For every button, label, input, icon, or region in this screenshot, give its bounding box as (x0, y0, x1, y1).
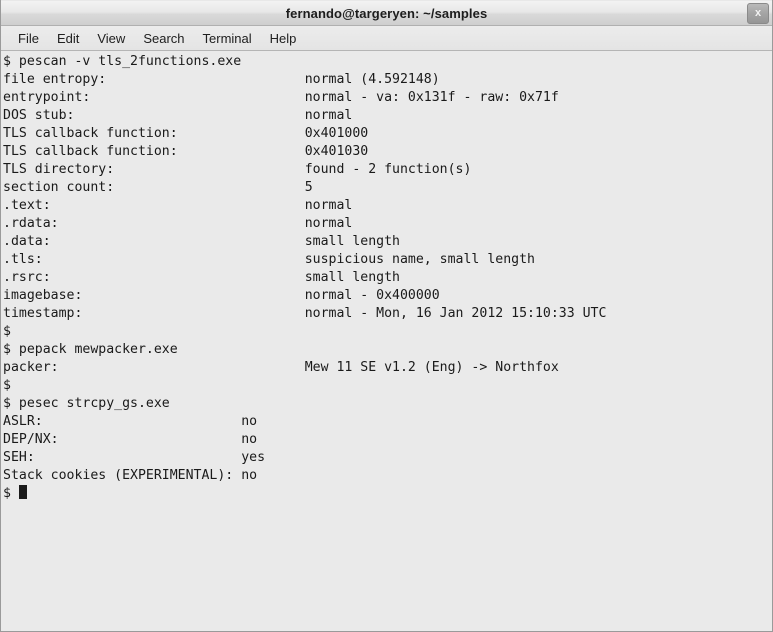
result-value: normal (304, 216, 353, 231)
result-value: Mew 11 SE v1.2 (Eng) -> Northfox (304, 360, 559, 375)
terminal-result-row: entrypoint: normal - va: 0x131f - raw: 0… (3, 89, 772, 107)
menu-item-search[interactable]: Search (134, 29, 193, 48)
terminal-result-row: imagebase: normal - 0x400000 (3, 287, 772, 305)
result-label: Stack cookies (EXPERIMENTAL): (3, 468, 242, 483)
result-value: normal (304, 198, 353, 213)
terminal-result-row: DOS stub: normal (3, 107, 772, 125)
terminal-command-line: $ (3, 324, 11, 339)
close-window-button[interactable]: x (747, 3, 769, 24)
result-label: .text: (3, 198, 305, 213)
result-label: ASLR: (3, 414, 242, 429)
terminal-prompt-line: $ (3, 485, 772, 503)
result-label: packer: (3, 360, 305, 375)
result-value: no (241, 432, 258, 447)
result-value: small length (304, 234, 400, 249)
terminal-result-row: Stack cookies (EXPERIMENTAL): no (3, 467, 772, 485)
menu-item-edit[interactable]: Edit (48, 29, 88, 48)
window-title: fernando@targeryen: ~/samples (285, 5, 488, 21)
result-value: 0x401030 (304, 144, 369, 159)
result-label: .rsrc: (3, 270, 305, 285)
result-label: .data: (3, 234, 305, 249)
terminal-command-line: $ pepack mewpacker.exe (3, 342, 178, 357)
terminal-result-row: .data: small length (3, 233, 772, 251)
terminal-command-line: $ pesec strcpy_gs.exe (3, 396, 170, 411)
result-value: normal (4.592148) (304, 72, 440, 87)
terminal-command-line: $ (3, 378, 11, 393)
result-label: .rdata: (3, 216, 305, 231)
terminal-result-row: TLS directory: found - 2 function(s) (3, 161, 772, 179)
terminal-result-row: ASLR: no (3, 413, 772, 431)
result-value: 5 (304, 180, 313, 195)
title-bar: fernando@targeryen: ~/samples x (1, 0, 772, 26)
menu-item-file[interactable]: File (9, 29, 48, 48)
menu-bar: File Edit View Search Terminal Help (1, 26, 772, 51)
result-label: SEH: (3, 450, 242, 465)
terminal-result-row: section count: 5 (3, 179, 772, 197)
terminal-result-row: TLS callback function: 0x401030 (3, 143, 772, 161)
result-label: TLS callback function: (3, 144, 305, 159)
result-value: yes (241, 450, 266, 465)
terminal-window: fernando@targeryen: ~/samples x File Edi… (0, 0, 773, 632)
menu-item-help[interactable]: Help (261, 29, 306, 48)
result-label: imagebase: (3, 288, 305, 303)
terminal-output-area[interactable]: $ pescan -v tls_2functions.exefile entro… (1, 51, 772, 631)
close-icon: x (754, 7, 762, 19)
menu-item-terminal[interactable]: Terminal (194, 29, 261, 48)
terminal-result-row: DEP/NX: no (3, 431, 772, 449)
result-label: .tls: (3, 252, 305, 267)
terminal-result-row: .rdata: normal (3, 215, 772, 233)
result-label: DOS stub: (3, 108, 305, 123)
terminal-result-row: SEH: yes (3, 449, 772, 467)
terminal-result-row: packer: Mew 11 SE v1.2 (Eng) -> Northfox (3, 359, 772, 377)
result-value: no (241, 414, 258, 429)
result-label: timestamp: (3, 306, 305, 321)
result-value: 0x401000 (304, 126, 369, 141)
result-label: file entropy: (3, 72, 305, 87)
result-label: DEP/NX: (3, 432, 242, 447)
terminal-result-row: timestamp: normal - Mon, 16 Jan 2012 15:… (3, 305, 772, 323)
result-label: TLS callback function: (3, 126, 305, 141)
text-cursor (18, 485, 28, 499)
terminal-result-row: .rsrc: small length (3, 269, 772, 287)
terminal-result-row: file entropy: normal (4.592148) (3, 71, 772, 89)
terminal-command-line: $ pescan -v tls_2functions.exe (3, 54, 242, 69)
result-label: section count: (3, 180, 305, 195)
terminal-screen: $ pescan -v tls_2functions.exefile entro… (3, 53, 772, 503)
menu-item-view[interactable]: View (88, 29, 134, 48)
result-value: normal (304, 108, 353, 123)
result-label: TLS directory: (3, 162, 305, 177)
result-label: entrypoint: (3, 90, 305, 105)
terminal-result-row: .text: normal (3, 197, 772, 215)
result-value: normal - Mon, 16 Jan 2012 15:10:33 UTC (304, 306, 607, 321)
result-value: small length (304, 270, 400, 285)
result-value: normal - va: 0x131f - raw: 0x71f (304, 90, 559, 105)
result-value: normal - 0x400000 (304, 288, 440, 303)
result-value: found - 2 function(s) (304, 162, 472, 177)
terminal-result-row: .tls: suspicious name, small length (3, 251, 772, 269)
terminal-result-row: TLS callback function: 0x401000 (3, 125, 772, 143)
prompt-symbol: $ (3, 486, 19, 501)
result-value: no (241, 468, 258, 483)
result-value: suspicious name, small length (304, 252, 535, 267)
